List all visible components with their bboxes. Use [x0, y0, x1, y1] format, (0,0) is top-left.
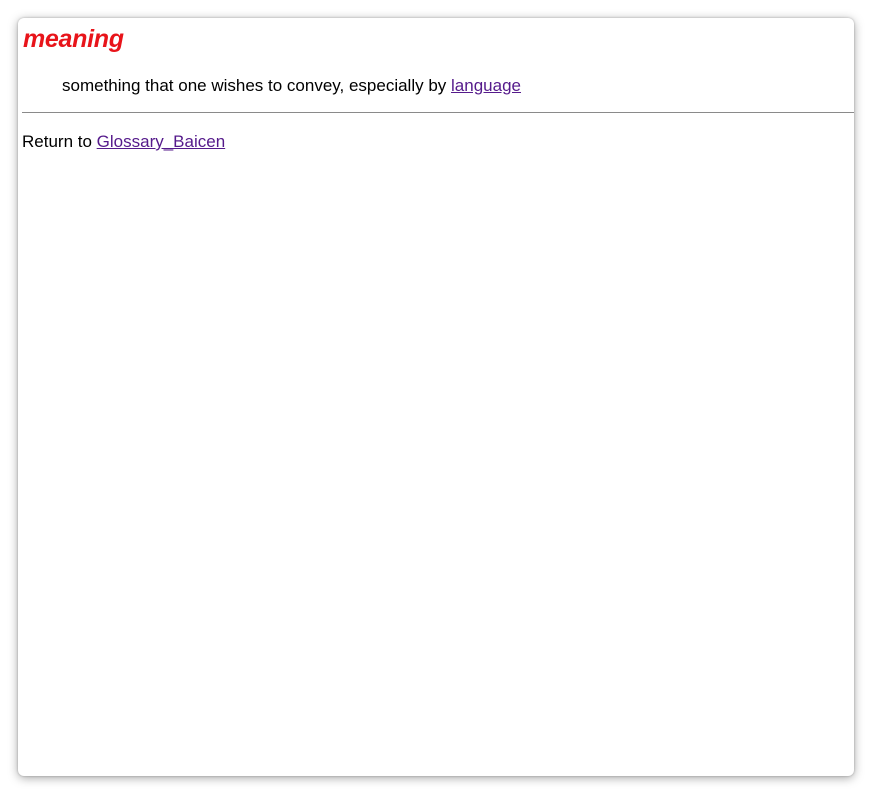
glossary-link[interactable]: Glossary_Baicen — [97, 132, 226, 151]
return-text: Return to — [22, 132, 97, 151]
return-line: Return to Glossary_Baicen — [22, 131, 225, 153]
horizontal-divider — [22, 112, 854, 113]
browser-window: meaning something that one wishes to con… — [18, 18, 854, 776]
definition: something that one wishes to convey, esp… — [62, 75, 521, 97]
term-title: meaning — [23, 25, 124, 53]
definition-text: something that one wishes to convey, esp… — [62, 76, 452, 95]
language-link[interactable]: language — [451, 76, 521, 95]
